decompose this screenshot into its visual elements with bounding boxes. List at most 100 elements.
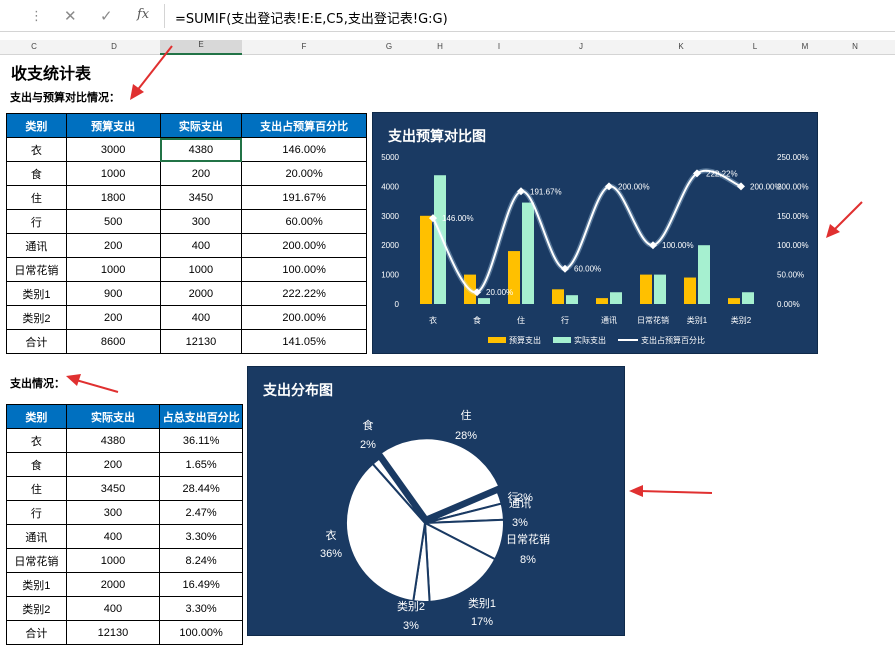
- table-cell[interactable]: 200: [65, 452, 161, 477]
- table-cell[interactable]: 4380: [65, 428, 161, 453]
- table-cell[interactable]: 100.00%: [241, 257, 367, 282]
- column-header-j[interactable]: J: [530, 42, 632, 51]
- table-cell[interactable]: 16.49%: [159, 572, 243, 597]
- table-cell[interactable]: 100.00%: [159, 620, 243, 645]
- table-cell[interactable]: 通讯: [6, 233, 67, 258]
- enter-icon[interactable]: ✓: [100, 7, 113, 25]
- table-cell[interactable]: 2000: [65, 572, 161, 597]
- column-header-h[interactable]: H: [412, 42, 468, 51]
- table-cell[interactable]: 400: [159, 305, 243, 330]
- table-cell[interactable]: 1000: [65, 257, 161, 282]
- table-cell[interactable]: 类别1: [6, 281, 67, 306]
- table-cell[interactable]: 食: [6, 161, 67, 186]
- header-cell[interactable]: 实际支出: [159, 113, 243, 138]
- bar-actual: [566, 295, 578, 304]
- table-cell[interactable]: 12130: [159, 329, 243, 354]
- table-cell[interactable]: 3.30%: [159, 524, 243, 549]
- table-cell[interactable]: 住: [6, 476, 67, 501]
- more-icon[interactable]: ⋮: [30, 8, 43, 24]
- table-cell[interactable]: 1000: [65, 548, 161, 573]
- table-cell[interactable]: 1000: [159, 257, 243, 282]
- table-cell[interactable]: 20.00%: [241, 161, 367, 186]
- x-axis-tick-label: 日常花销: [637, 315, 669, 325]
- table-cell[interactable]: 2.47%: [159, 500, 243, 525]
- table-cell[interactable]: 类别2: [6, 305, 67, 330]
- header-cell[interactable]: 预算支出: [65, 113, 161, 138]
- table-cell[interactable]: 3000: [65, 137, 161, 162]
- column-header-m[interactable]: M: [780, 42, 830, 51]
- expense-section-label[interactable]: 支出情况：: [10, 375, 65, 391]
- table-cell[interactable]: 2000: [159, 281, 243, 306]
- table-cell[interactable]: 衣: [6, 428, 67, 453]
- table-cell[interactable]: 400: [65, 596, 161, 621]
- table-cell[interactable]: 300: [65, 500, 161, 525]
- table-cell[interactable]: 36.11%: [159, 428, 243, 453]
- table-cell[interactable]: 8.24%: [159, 548, 243, 573]
- table-cell[interactable]: 8600: [65, 329, 161, 354]
- table-cell[interactable]: 合计: [6, 329, 67, 354]
- table-cell[interactable]: 900: [65, 281, 161, 306]
- column-header-g[interactable]: G: [366, 42, 412, 51]
- table-cell[interactable]: 行: [6, 209, 67, 234]
- table-cell[interactable]: 12130: [65, 620, 161, 645]
- header-cell[interactable]: 类别: [6, 113, 67, 138]
- table-cell[interactable]: 日常花销: [6, 257, 67, 282]
- column-header-l[interactable]: L: [730, 42, 780, 51]
- header-cell[interactable]: 支出占预算百分比: [241, 113, 367, 138]
- table-row: 通讯 400 3.30%: [6, 524, 243, 549]
- table-cell[interactable]: 类别1: [6, 572, 67, 597]
- table-cell[interactable]: 200: [65, 233, 161, 258]
- column-header-c[interactable]: C: [0, 42, 68, 51]
- table-cell[interactable]: 200: [65, 305, 161, 330]
- table-cell[interactable]: 3450: [159, 185, 243, 210]
- table-cell[interactable]: 191.67%: [241, 185, 367, 210]
- bar-budget: [552, 289, 564, 304]
- column-header-k[interactable]: K: [632, 42, 730, 51]
- table-cell[interactable]: 日常花销: [6, 548, 67, 573]
- column-header-n[interactable]: N: [830, 42, 880, 51]
- pie-label: 日常花销: [506, 532, 550, 546]
- table-cell[interactable]: 300: [159, 209, 243, 234]
- x-axis-tick-label: 行: [561, 315, 569, 325]
- table-cell[interactable]: 200.00%: [241, 233, 367, 258]
- table-cell[interactable]: 行: [6, 500, 67, 525]
- budget-comparison-chart[interactable]: 支出预算对比图 0 1000 2000 3000 4000 5000 0.00% 50.00%…: [372, 112, 818, 354]
- table-cell[interactable]: 400: [65, 524, 161, 549]
- table-cell[interactable]: 食: [6, 452, 67, 477]
- table-cell[interactable]: 28.44%: [159, 476, 243, 501]
- table-cell[interactable]: 1800: [65, 185, 161, 210]
- table-cell[interactable]: 4380: [159, 137, 243, 162]
- table-cell[interactable]: 通讯: [6, 524, 67, 549]
- table-cell[interactable]: 3450: [65, 476, 161, 501]
- formula-input[interactable]: =SUMIF(支出登记表!E:E,C5,支出登记表!G:G): [175, 8, 448, 27]
- column-header-f[interactable]: F: [242, 42, 366, 51]
- table-row: 类别2 400 3.30%: [6, 596, 243, 621]
- table-cell[interactable]: 141.05%: [241, 329, 367, 354]
- table-cell[interactable]: 类别2: [6, 596, 67, 621]
- legend-label: 预算支出: [509, 335, 541, 345]
- expense-distribution-chart[interactable]: 支出分布图 住 28% 行 2% 通讯 3% 日常花销 8% 类别1 17% 类别2 3% 衣 36% 食 2…: [247, 366, 625, 636]
- table-cell[interactable]: 146.00%: [241, 137, 367, 162]
- y2-axis-tick-label: 0.00%: [777, 300, 800, 309]
- column-header-i[interactable]: I: [468, 42, 530, 51]
- budget-section-label[interactable]: 支出与预算对比情况：: [10, 89, 120, 105]
- table-cell[interactable]: 200.00%: [241, 305, 367, 330]
- table-cell[interactable]: 住: [6, 185, 67, 210]
- table-cell[interactable]: 3.30%: [159, 596, 243, 621]
- header-cell[interactable]: 实际支出: [65, 404, 161, 429]
- sheet-title[interactable]: 收支统计表: [11, 60, 91, 84]
- insert-function-icon[interactable]: fx: [137, 7, 149, 22]
- table-cell[interactable]: 合计: [6, 620, 67, 645]
- expense-distribution-table: 类别 实际支出 占总支出百分比 衣 4380 36.11% 食 200 1.65% 住 345…: [6, 404, 243, 645]
- header-cell[interactable]: 占总支出百分比: [159, 404, 243, 429]
- table-cell[interactable]: 500: [65, 209, 161, 234]
- table-cell[interactable]: 400: [159, 233, 243, 258]
- table-cell[interactable]: 1000: [65, 161, 161, 186]
- table-cell[interactable]: 衣: [6, 137, 67, 162]
- table-cell[interactable]: 60.00%: [241, 209, 367, 234]
- table-cell[interactable]: 222.22%: [241, 281, 367, 306]
- table-cell[interactable]: 1.65%: [159, 452, 243, 477]
- header-cell[interactable]: 类别: [6, 404, 67, 429]
- cancel-icon[interactable]: ✕: [64, 7, 77, 25]
- table-cell[interactable]: 200: [159, 161, 243, 186]
